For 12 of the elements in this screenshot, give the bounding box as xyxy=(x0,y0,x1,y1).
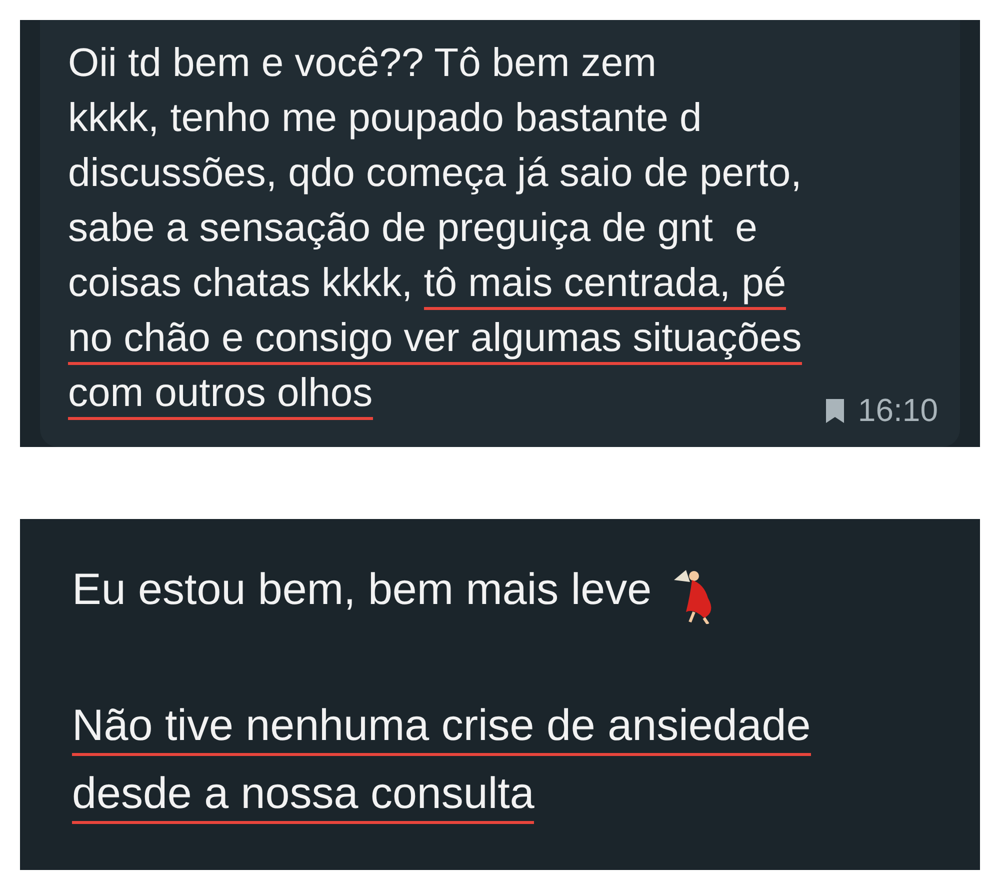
message-text: com outros olhos xyxy=(68,371,373,420)
message-time: 16:10 xyxy=(858,392,938,429)
message-text: sabe a sensação de preguiça de gnt e xyxy=(68,206,758,252)
message-text: Eu estou bem, bem mais leve xyxy=(72,566,653,616)
message-text: desde a nossa consulta xyxy=(72,770,534,824)
message-text: tô mais centrada, pé xyxy=(424,261,786,310)
message-text: no chão e consigo ver algumas situações xyxy=(68,316,802,365)
message-text: discussões, qdo começa já saio de perto, xyxy=(68,151,802,197)
message-text: kkkk, tenho me poupado bastante d xyxy=(68,96,702,142)
message-text: Oii td bem e você?? Tô bem zem xyxy=(68,41,656,87)
message-text: Não tive nenhuma crise de ansiedade xyxy=(72,702,811,756)
message-text: coisas chatas kkkk, xyxy=(68,261,414,307)
